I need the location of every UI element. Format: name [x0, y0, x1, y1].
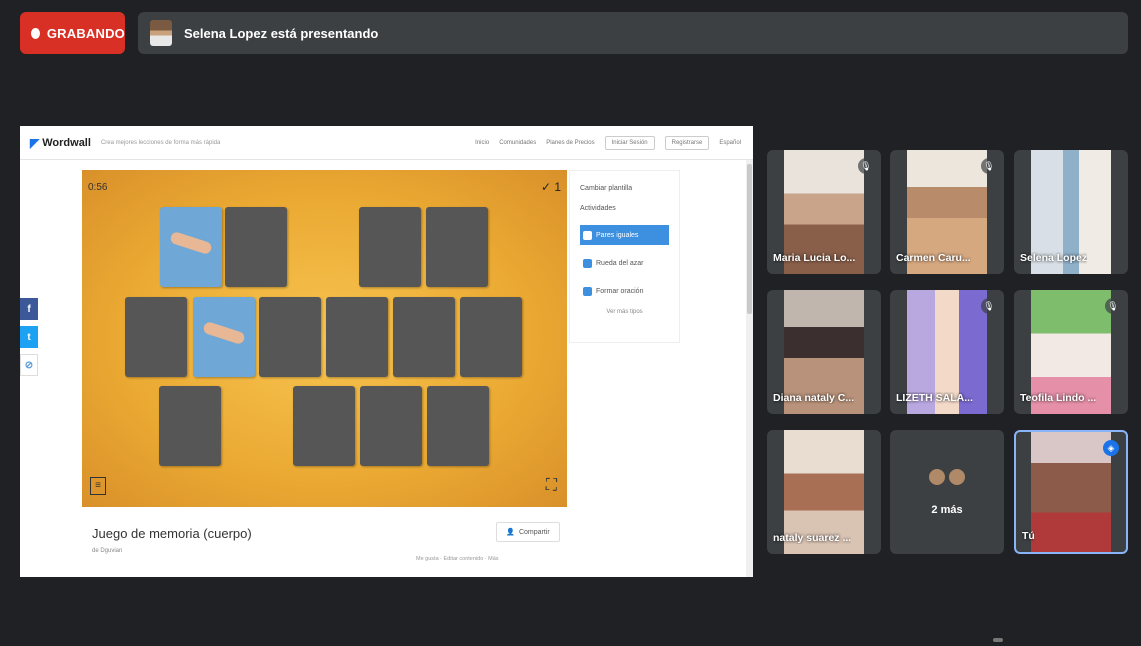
participant-tile[interactable]: 🎙 LIZETH SALA... [890, 290, 1004, 414]
option-label: Pares iguales [596, 231, 639, 239]
participant-tile[interactable]: Selena Lopez [1014, 150, 1128, 274]
menu-icon[interactable]: ≡ [90, 477, 106, 495]
recording-label: GRABANDO [46, 25, 125, 41]
self-video [1031, 432, 1111, 552]
page-scrollbar[interactable] [746, 160, 753, 577]
template-option-wheel[interactable]: Rueda del azar [580, 253, 669, 273]
nav-pricing[interactable]: Planes de Precios [546, 140, 594, 146]
presenter-avatar [150, 20, 172, 46]
memory-card-revealed[interactable] [160, 207, 222, 287]
presenter-banner: Selena Lopez está presentando [138, 12, 1128, 54]
participant-name: nataly suarez ... [773, 532, 852, 544]
user-icon: 👤 [506, 529, 515, 536]
language-select[interactable]: Español [719, 140, 741, 146]
participant-tile[interactable]: 🎙 Maria Lucia Lo... [767, 150, 881, 274]
footer-links[interactable]: Me gusta · Editar contenido · Más [416, 556, 499, 562]
cursor-indicator [993, 638, 1003, 642]
mic-off-icon: 🎙 [1105, 298, 1121, 314]
register-button[interactable]: Registrarse [664, 135, 710, 150]
participant-name: Selena Lopez [1020, 252, 1088, 264]
memory-card[interactable] [259, 297, 321, 377]
nav-home[interactable]: Inicio [475, 140, 489, 146]
participant-name: Maria Lucia Lo... [773, 252, 856, 264]
wordwall-header: ◤ Wordwall Crea mejores lecciones de for… [20, 126, 753, 160]
memory-card[interactable] [125, 297, 187, 377]
more-participants-tile[interactable]: 2 más [890, 430, 1004, 554]
wordwall-nav: Inicio Comunidades Planes de Precios Ini… [475, 135, 753, 150]
fullscreen-icon[interactable]: ⛶ [546, 477, 557, 495]
share-label: Compartir [518, 528, 550, 536]
memory-card[interactable] [225, 207, 287, 287]
self-tile[interactable]: ◈ Tú [1014, 430, 1128, 554]
activities-label: Actividades [580, 205, 616, 212]
template-side-panel: Cambiar plantilla Actividades Pares igua… [569, 170, 680, 343]
link-share-icon[interactable]: ⊘ [20, 354, 38, 376]
memory-card-revealed[interactable] [193, 297, 255, 377]
participant-name: Diana nataly C... [773, 392, 855, 404]
avatar [948, 468, 966, 486]
participant-name: LIZETH SALA... [896, 392, 973, 404]
game-author[interactable]: de Dguvian [92, 548, 122, 554]
participant-tile[interactable]: 🎙 Carmen Caru... [890, 150, 1004, 274]
participant-name: Tú [1022, 530, 1035, 542]
nav-communities[interactable]: Comunidades [499, 140, 536, 146]
memory-card[interactable] [427, 386, 489, 466]
speaking-icon: ◈ [1103, 440, 1119, 456]
mic-off-icon: 🎙 [858, 158, 874, 174]
memory-game-board: 0:56 ✓ 1 ≡ ⛶ [82, 170, 567, 507]
option-label: Rueda del azar [596, 259, 644, 267]
sentence-icon [583, 286, 592, 296]
mic-off-icon: 🎙 [981, 298, 997, 314]
more-templates-link[interactable]: Ver más tipos [580, 309, 669, 315]
participant-tile[interactable]: Diana nataly C... [767, 290, 881, 414]
switch-template-label[interactable]: Cambiar plantilla [580, 185, 669, 192]
participant-name: Carmen Caru... [896, 252, 971, 264]
wordwall-logo-icon: ◤ [30, 135, 40, 150]
memory-card[interactable] [159, 386, 221, 466]
record-icon [31, 27, 40, 39]
participant-tile[interactable]: 🎙 Teofila Lindo ... [1014, 290, 1128, 414]
game-title: Juego de memoria (cuerpo) [92, 526, 252, 541]
twitter-share-icon[interactable]: t [20, 326, 38, 348]
pairs-icon [583, 230, 592, 240]
option-label: Formar oración [596, 287, 644, 295]
mic-off-icon: 🎙 [981, 158, 997, 174]
wordwall-logo[interactable]: ◤ Wordwall [30, 136, 91, 150]
template-option-sentence[interactable]: Formar oración [580, 281, 669, 301]
avatar [928, 468, 946, 486]
memory-card[interactable] [360, 386, 422, 466]
memory-card[interactable] [326, 297, 388, 377]
participant-tile[interactable]: nataly suarez ... [767, 430, 881, 554]
memory-card[interactable] [393, 297, 455, 377]
login-button[interactable]: Iniciar Sesión [604, 135, 655, 150]
recording-badge: GRABANDO [20, 12, 125, 54]
memory-card[interactable] [293, 386, 355, 466]
wheel-icon [583, 258, 592, 268]
wordwall-tagline: Crea mejores lecciones de forma más rápi… [100, 139, 221, 146]
participant-name: Teofila Lindo ... [1020, 392, 1097, 404]
memory-card[interactable] [359, 207, 421, 287]
game-score: ✓ 1 [540, 180, 561, 194]
facebook-share-icon[interactable]: f [20, 298, 38, 320]
template-option-pairs[interactable]: Pares iguales [580, 225, 669, 245]
memory-card[interactable] [460, 297, 522, 377]
memory-card[interactable] [426, 207, 488, 287]
share-button[interactable]: 👤 Compartir [496, 522, 560, 542]
more-participants-avatars [928, 468, 966, 486]
wordwall-logo-text: Wordwall [42, 136, 91, 149]
game-timer: 0:56 [88, 182, 108, 193]
presenter-text: Selena Lopez está presentando [184, 25, 379, 41]
shared-screen: ◤ Wordwall Crea mejores lecciones de for… [20, 126, 753, 577]
more-participants-label: 2 más [931, 504, 963, 516]
